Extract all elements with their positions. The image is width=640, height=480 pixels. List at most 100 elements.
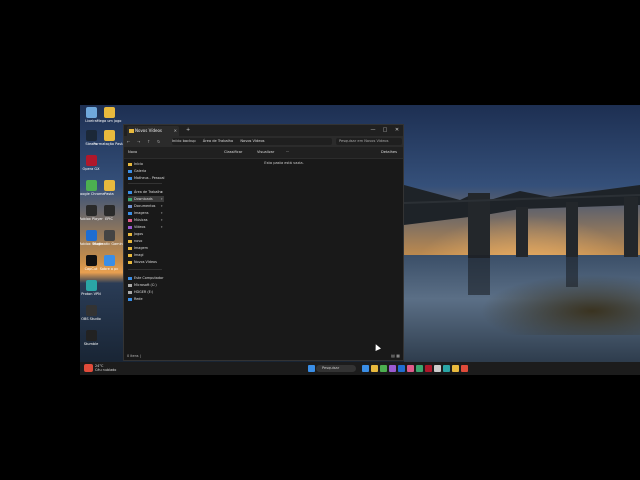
- app-icon: [103, 205, 115, 216]
- desktop-icon[interactable]: Mega um jogo: [97, 107, 121, 123]
- taskbar-app-icon[interactable]: [434, 365, 441, 372]
- taskbar-app-icon[interactable]: [452, 365, 459, 372]
- new-button[interactable]: Novo: [128, 147, 137, 158]
- desktop-icon[interactable]: EPIC: [100, 205, 118, 221]
- sidebar-item-label: Downloads: [134, 197, 153, 201]
- taskbar-app-icon[interactable]: [389, 365, 396, 372]
- sidebar-item[interactable]: Documentos ✦: [128, 203, 164, 209]
- sidebar-item-label: Documentos: [134, 204, 156, 208]
- sort-button[interactable]: Classificar: [224, 147, 242, 158]
- sidebar-item[interactable]: Microsoft (C:): [128, 282, 164, 288]
- close-window-button[interactable]: ✕: [392, 125, 402, 136]
- sidebar-item[interactable]: Jogos: [128, 231, 164, 237]
- desktop-icon-label: Stumble: [83, 342, 99, 346]
- sidebar-item[interactable]: Downloads ✦: [128, 196, 164, 202]
- taskbar-app-icon[interactable]: [461, 365, 468, 372]
- folder-icon: [128, 246, 132, 250]
- sidebar-item-label: Novos Vídeos: [134, 260, 157, 264]
- sidebar-item[interactable]: Rede: [128, 296, 164, 302]
- sidebar-item[interactable]: Imagens ✦: [128, 210, 164, 216]
- desktop-icon[interactable]: Magmatic Gaming: [93, 230, 125, 246]
- sidebar-item[interactable]: Área de Trabalho ✦: [128, 189, 164, 195]
- taskbar-app-icon[interactable]: [398, 365, 405, 372]
- taskbar-app-icon[interactable]: [425, 365, 432, 372]
- breadcrumb-item[interactable]: Novos Vídeos: [240, 139, 264, 143]
- sidebar-item-label: HDGER (E:): [134, 290, 154, 294]
- details-button[interactable]: Detalhes: [381, 147, 397, 158]
- forward-button[interactable]: →: [137, 136, 140, 147]
- taskbar-app-icon[interactable]: [443, 365, 450, 372]
- sidebar-item-label: Matheus - Pessoal: [134, 176, 165, 180]
- sidebar-item[interactable]: Imagi: [128, 252, 164, 258]
- sidebar-item[interactable]: HDGER (E:): [128, 289, 164, 295]
- sidebar-item-label: Músicas: [134, 218, 148, 222]
- view-mode-buttons[interactable]: ▤ ▦: [391, 353, 400, 358]
- refresh-button[interactable]: ↻: [157, 136, 160, 147]
- sidebar-item[interactable]: Este Computador: [128, 275, 164, 281]
- breadcrumb[interactable]: Início backup Área de Trabalho Novos Víd…: [172, 138, 332, 145]
- desktop-icon[interactable]: Proton VPN: [81, 280, 101, 296]
- up-button[interactable]: ↑: [147, 136, 150, 147]
- command-bar: Novo Classificar Visualizar ··· Detalhes: [124, 147, 403, 159]
- app-icon: [85, 155, 97, 166]
- desktop-icon[interactable]: Pasta: [100, 180, 118, 196]
- back-button[interactable]: ←: [127, 136, 130, 147]
- taskbar-app-icon[interactable]: [380, 365, 387, 372]
- close-tab-icon[interactable]: ✕: [174, 126, 177, 136]
- sidebar-item[interactable]: novo: [128, 238, 164, 244]
- breadcrumb-item[interactable]: Área de Trabalho: [203, 139, 233, 143]
- app-icon: [103, 230, 115, 241]
- folder-icon: [128, 204, 132, 208]
- sidebar-item[interactable]: Galeria: [128, 168, 164, 174]
- sidebar-item[interactable]: Vídeos ✦: [128, 224, 164, 230]
- sidebar-item[interactable]: Músicas ✦: [128, 217, 164, 223]
- sidebar-item[interactable]: Início: [128, 161, 164, 167]
- desktop-icon-label: Magmatic Gaming: [93, 242, 126, 246]
- sidebar-divider: [128, 183, 162, 184]
- file-explorer-window: Novos Vídeos ✕ + — □ ✕ ← → ↑ ↻ Início ba…: [123, 124, 404, 361]
- start-button[interactable]: [308, 365, 315, 372]
- taskbar-app-icon[interactable]: [362, 365, 369, 372]
- taskbar-search[interactable]: Pesquisar: [316, 365, 356, 372]
- more-button[interactable]: ···: [286, 147, 289, 158]
- desktop-icon[interactable]: Opera GX: [82, 155, 100, 171]
- breadcrumb-item[interactable]: Início backup: [172, 139, 196, 143]
- desktop-icon[interactable]: Stumble: [82, 330, 100, 346]
- status-bar: 0 itens |: [127, 354, 141, 358]
- folder-icon: [128, 276, 132, 280]
- empty-folder-message: Esta pasta está vazia.: [264, 161, 304, 165]
- sidebar-item-label: Imagens: [134, 211, 149, 215]
- weather-icon: [84, 364, 93, 372]
- address-bar: ← → ↑ ↻ Início backup Área de Trabalho N…: [124, 136, 403, 147]
- new-tab-button[interactable]: +: [186, 125, 190, 136]
- desktop-icon[interactable]: Formatação Pasta: [93, 130, 125, 146]
- taskbar-app-icon[interactable]: [416, 365, 423, 372]
- maximize-button[interactable]: □: [380, 125, 390, 136]
- app-icon: [85, 180, 97, 191]
- desktop-icon-label: Mega um jogo: [96, 119, 122, 123]
- desktop-icon[interactable]: CapCut: [82, 255, 100, 271]
- sidebar-item-label: Início: [134, 162, 143, 166]
- sidebar-item-label: Área de Trabalho: [134, 190, 163, 194]
- desktop-icon[interactable]: Roblox Player: [80, 205, 103, 221]
- sidebar-item[interactable]: Matheus - Pessoal: [128, 175, 165, 181]
- desktop-icon[interactable]: OBS Studio: [81, 305, 101, 321]
- sidebar-item[interactable]: Novos Vídeos: [128, 259, 164, 265]
- tab-novos-videos[interactable]: Novos Vídeos ✕: [127, 126, 179, 136]
- desktop-icon[interactable]: Sobre o pc: [100, 255, 118, 271]
- taskbar-app-icon[interactable]: [371, 365, 378, 372]
- taskbar-app-icon[interactable]: [407, 365, 414, 372]
- search-input[interactable]: Pesquisar em Novos Vídeos: [336, 138, 402, 145]
- desktop-icon[interactable]: Google Chrome: [80, 180, 105, 196]
- app-icon: [103, 107, 115, 118]
- file-list[interactable]: Esta pasta está vazia.: [165, 159, 403, 349]
- folder-icon: [128, 169, 132, 173]
- folder-icon: [128, 290, 132, 294]
- folder-icon: [128, 190, 132, 194]
- minimize-button[interactable]: —: [368, 125, 378, 136]
- view-button[interactable]: Visualizar: [257, 147, 274, 158]
- desktop-icon-label: Sobre o pc: [99, 267, 119, 271]
- sidebar-item-label: Imagem: [134, 246, 148, 250]
- desktop-icon-label: EPIC: [105, 217, 113, 221]
- sidebar-item[interactable]: Imagem: [128, 245, 164, 251]
